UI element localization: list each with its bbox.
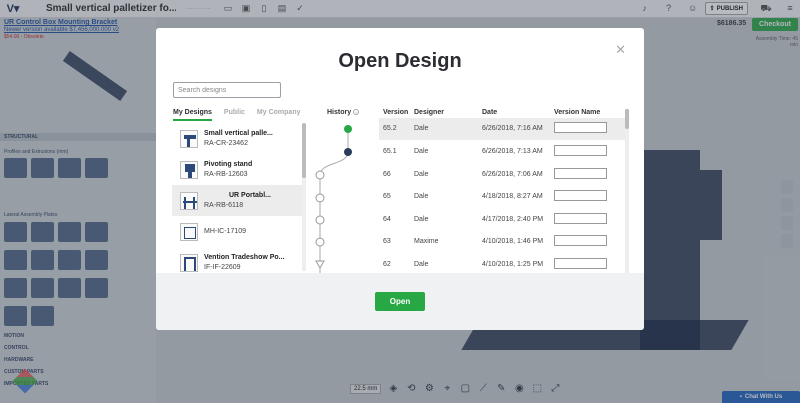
version-dot[interactable] — [344, 148, 352, 156]
list-item[interactable]: UR Portabl... RA-RB-6118 — [172, 185, 302, 216]
tab-my-company[interactable]: My Company — [257, 109, 301, 121]
table-row[interactable]: 65 Dale 4/18/2018, 8:27 AM — [379, 186, 626, 208]
design-id: RA-RB-12603 — [204, 170, 248, 178]
history-header: History i — [327, 109, 360, 116]
version-name-input[interactable] — [554, 258, 607, 269]
version-dot[interactable] — [315, 215, 325, 225]
version-dot[interactable] — [315, 193, 325, 203]
design-tabs: My Designs Public My Company — [173, 109, 312, 121]
design-id: RA-CR-23462 — [204, 139, 248, 147]
design-thumbnail — [180, 191, 198, 210]
version-name-header: Version Name — [554, 109, 601, 116]
design-list-scroll-thumb[interactable] — [302, 123, 306, 178]
info-icon[interactable]: i — [353, 109, 360, 116]
date-header: Date — [482, 109, 498, 116]
open-button[interactable]: Open — [375, 292, 425, 311]
version-table-scrollbar[interactable] — [625, 109, 629, 274]
design-name: Pivoting stand — [204, 160, 253, 168]
design-thumbnail — [180, 129, 198, 148]
designer-header: Designer — [414, 109, 444, 116]
design-thumbnail — [180, 253, 198, 272]
table-row[interactable]: 65.2 Dale 6/26/2018, 7:16 AM — [379, 118, 626, 140]
list-item[interactable]: Pivoting stand RA-RB-12603 — [172, 154, 302, 185]
table-row[interactable]: 63 Maxime 4/10/2018, 1:46 PM — [379, 231, 626, 253]
tab-my-designs[interactable]: My Designs — [173, 109, 212, 121]
design-id: MH-IC-17109 — [204, 227, 247, 235]
version-name-input[interactable] — [554, 145, 607, 156]
list-item[interactable]: Small vertical palle... RA-CR-23462 — [172, 123, 302, 154]
design-list: Small vertical palle... RA-CR-23462 Pivot… — [172, 123, 305, 273]
design-name: UR Portabl... — [228, 191, 271, 199]
tab-public[interactable]: Public — [224, 109, 245, 121]
search-input[interactable] — [173, 82, 281, 98]
design-thumbnail — [180, 222, 198, 241]
design-id: IF-IF-22609 — [204, 263, 241, 271]
design-id: RA-RB-6118 — [204, 201, 244, 209]
table-row[interactable]: 66 Dale 6/26/2018, 7:06 AM — [379, 164, 626, 186]
design-name: Small vertical palle... — [204, 129, 273, 137]
version-name-input[interactable] — [554, 122, 607, 133]
version-dot[interactable] — [315, 170, 325, 180]
history-graph — [315, 125, 352, 280]
design-name: Vention Tradeshow Po... — [204, 253, 285, 261]
design-thumbnail — [180, 160, 198, 179]
current-version-dot[interactable] — [344, 125, 352, 133]
version-name-input[interactable] — [554, 168, 607, 179]
dialog-title: Open Design — [338, 50, 462, 72]
version-header: Version — [383, 109, 409, 116]
version-name-input[interactable] — [554, 235, 607, 246]
version-name-input[interactable] — [554, 190, 607, 201]
version-name-input[interactable] — [554, 213, 607, 224]
table-row[interactable]: 65.1 Dale 6/26/2018, 7:13 AM — [379, 141, 626, 163]
version-dot[interactable] — [315, 237, 325, 247]
list-item[interactable]: Vention Tradeshow Po... IF-IF-22609 — [172, 247, 302, 273]
table-row[interactable]: 64 Dale 4/17/2018, 2:40 PM — [379, 209, 626, 231]
open-design-dialog: ✕ Open Design My Designs Public My Compa… — [156, 28, 644, 330]
list-item[interactable]: MH-IC-17109 — [172, 216, 302, 247]
version-table-scroll-thumb[interactable] — [625, 109, 629, 129]
version-dot[interactable] — [315, 260, 325, 270]
